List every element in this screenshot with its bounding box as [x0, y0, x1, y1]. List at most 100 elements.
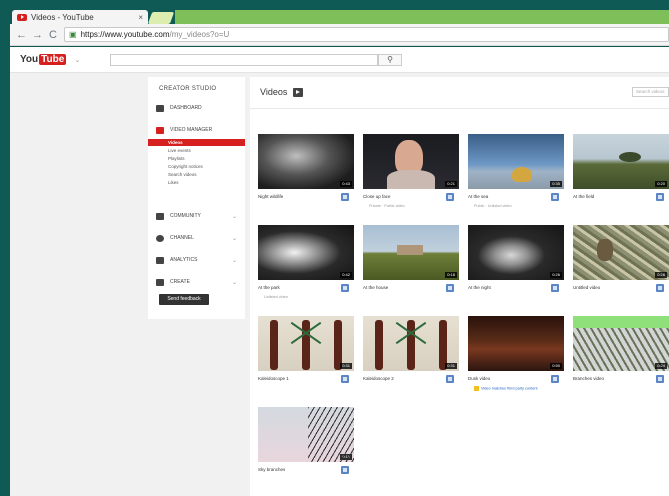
- edit-video-icon[interactable]: [551, 193, 559, 201]
- youtube-logo[interactable]: You Tube ⌄: [20, 54, 80, 65]
- video-card[interactable]: 0:24 Branches video: [573, 316, 669, 398]
- video-thumbnail[interactable]: 0:21: [363, 134, 459, 189]
- sidebar-subitem-videos[interactable]: Videos: [148, 139, 245, 146]
- video-card[interactable]: 0:31 Kaleidoscope 1: [258, 316, 354, 398]
- video-card[interactable]: 0:28 Untitled video: [573, 225, 669, 307]
- video-thumbnail[interactable]: 0:43: [258, 134, 354, 189]
- edit-video-icon[interactable]: [446, 375, 454, 383]
- logo-tube: Tube: [39, 54, 67, 65]
- sidebar-subitem-live-events[interactable]: Live events: [148, 147, 245, 154]
- video-icon: [293, 87, 304, 97]
- edit-video-icon[interactable]: [446, 193, 454, 201]
- browser-toolbar: ← → C ▣ https://www.youtube.com /my_vide…: [10, 24, 669, 46]
- tab-close-icon[interactable]: ×: [138, 13, 143, 22]
- channel-icon: [156, 234, 164, 242]
- video-thumbnail[interactable]: 0:42: [258, 225, 354, 280]
- videos-panel: Videos Search videos 0:43 Night wildlife…: [250, 77, 669, 496]
- thumbnail-pillar: [270, 320, 278, 370]
- sidebar-subitem-playlists[interactable]: Playlists: [148, 155, 245, 162]
- sidebar-item-video-manager[interactable]: VIDEO MANAGER: [148, 123, 245, 137]
- address-bar[interactable]: ▣ https://www.youtube.com /my_videos?o=U: [64, 27, 669, 42]
- edit-video-icon[interactable]: [551, 375, 559, 383]
- sidebar-item-channel[interactable]: CHANNEL ⌄: [148, 231, 245, 245]
- sidebar-subitem-copyright[interactable]: Copyright notices: [148, 163, 245, 170]
- video-thumbnail[interactable]: 0:18: [363, 225, 459, 280]
- browser-tab[interactable]: Videos - YouTube ×: [12, 10, 148, 24]
- search-videos-input[interactable]: Search videos: [632, 87, 669, 97]
- video-thumbnail[interactable]: 0:24: [573, 316, 669, 371]
- video-card[interactable]: 0:20 At the field: [573, 134, 669, 216]
- browser-tabbar: Videos - YouTube ×: [10, 8, 669, 24]
- chevron-down-icon[interactable]: ⌄: [232, 235, 237, 242]
- youtube-favicon-icon: [17, 13, 27, 21]
- guide-chevron-icon[interactable]: ⌄: [74, 56, 80, 64]
- video-thumbnail[interactable]: 0:31: [258, 316, 354, 371]
- video-card[interactable]: 0:50 Dusk video Video matches third part…: [468, 316, 564, 398]
- search-input[interactable]: [110, 54, 378, 66]
- video-thumbnail[interactable]: 0:35: [468, 134, 564, 189]
- edit-video-icon[interactable]: [341, 193, 349, 201]
- new-tab-button[interactable]: [147, 12, 175, 24]
- sidebar-item-dashboard[interactable]: DASHBOARD: [148, 101, 245, 115]
- copyright-notice-text: Video matches third party content: [481, 386, 538, 391]
- video-title[interactable]: Kaleidoscope 2: [363, 376, 433, 381]
- video-thumbnail[interactable]: 0:50: [468, 316, 564, 371]
- edit-video-icon[interactable]: [656, 284, 664, 292]
- sidebar-subitem-search[interactable]: Search videos: [148, 171, 245, 178]
- video-card[interactable]: 0:31 Kaleidoscope 2: [363, 316, 459, 398]
- video-title[interactable]: At the house: [363, 285, 433, 290]
- video-title[interactable]: At the field: [573, 194, 643, 199]
- tabbar-background: [175, 10, 669, 24]
- edit-video-icon[interactable]: [446, 284, 454, 292]
- video-card[interactable]: 0:42 At the park Unlisted video: [258, 225, 354, 307]
- edit-video-icon[interactable]: [341, 375, 349, 383]
- edit-video-icon[interactable]: [656, 193, 664, 201]
- video-title[interactable]: Sky branches: [258, 467, 328, 472]
- video-thumbnail[interactable]: 0:31: [363, 316, 459, 371]
- edit-video-icon[interactable]: [341, 284, 349, 292]
- video-status: Unlisted video: [264, 295, 288, 299]
- sidebar-item-analytics[interactable]: ANALYTICS ⌄: [148, 253, 245, 267]
- video-duration: 0:50: [550, 363, 562, 369]
- video-thumbnail[interactable]: 0:20: [573, 134, 669, 189]
- video-title[interactable]: Branches video: [573, 376, 643, 381]
- video-title[interactable]: Kaleidoscope 1: [258, 376, 328, 381]
- video-card[interactable]: 0:43 Night wildlife: [258, 134, 354, 216]
- video-card[interactable]: 0:21 Close up face Private · Public vide…: [363, 134, 459, 216]
- video-card[interactable]: 0:35 At the sea Public · Unlisted video: [468, 134, 564, 216]
- video-title[interactable]: At the park: [258, 285, 328, 290]
- video-title[interactable]: At the night: [468, 285, 538, 290]
- sidebar-item-label: DASHBOARD: [170, 105, 202, 111]
- thumbnail-pillar: [302, 320, 310, 370]
- sidebar-item-create[interactable]: CREATE ⌄: [148, 275, 245, 289]
- chevron-down-icon[interactable]: ⌄: [232, 213, 237, 220]
- video-thumbnail[interactable]: 0:26: [468, 225, 564, 280]
- search-button[interactable]: ⚲: [378, 54, 402, 66]
- video-card[interactable]: 0:26 At the night: [468, 225, 564, 307]
- community-icon: [156, 212, 164, 220]
- send-feedback-button[interactable]: Send feedback: [159, 294, 209, 305]
- video-title[interactable]: Night wildlife: [258, 194, 328, 199]
- reload-icon[interactable]: C: [48, 29, 58, 41]
- chevron-down-icon[interactable]: ⌄: [232, 257, 237, 264]
- dashboard-icon: [156, 104, 164, 112]
- copyright-notice-link[interactable]: Video matches third party content: [474, 386, 554, 391]
- chevron-down-icon[interactable]: ⌄: [232, 279, 237, 286]
- thumbnail-band: [573, 316, 669, 328]
- logo-you: You: [20, 54, 39, 65]
- sidebar-subitem-likes[interactable]: Likes: [148, 179, 245, 186]
- video-thumbnail[interactable]: 0:28: [573, 225, 669, 280]
- edit-video-icon[interactable]: [341, 466, 349, 474]
- video-title[interactable]: Close up face: [363, 194, 433, 199]
- video-card[interactable]: 0:18 At the house: [363, 225, 459, 307]
- video-title[interactable]: At the sea: [468, 194, 538, 199]
- edit-video-icon[interactable]: [551, 284, 559, 292]
- video-title[interactable]: Dusk video: [468, 376, 538, 381]
- forward-icon[interactable]: →: [32, 29, 43, 41]
- edit-video-icon[interactable]: [656, 375, 664, 383]
- video-card[interactable]: 0:19 Sky branches: [258, 407, 354, 489]
- sidebar-item-community[interactable]: COMMUNITY ⌄: [148, 209, 245, 223]
- back-icon[interactable]: ←: [16, 29, 27, 41]
- video-title[interactable]: Untitled video: [573, 285, 643, 290]
- video-thumbnail[interactable]: 0:19: [258, 407, 354, 462]
